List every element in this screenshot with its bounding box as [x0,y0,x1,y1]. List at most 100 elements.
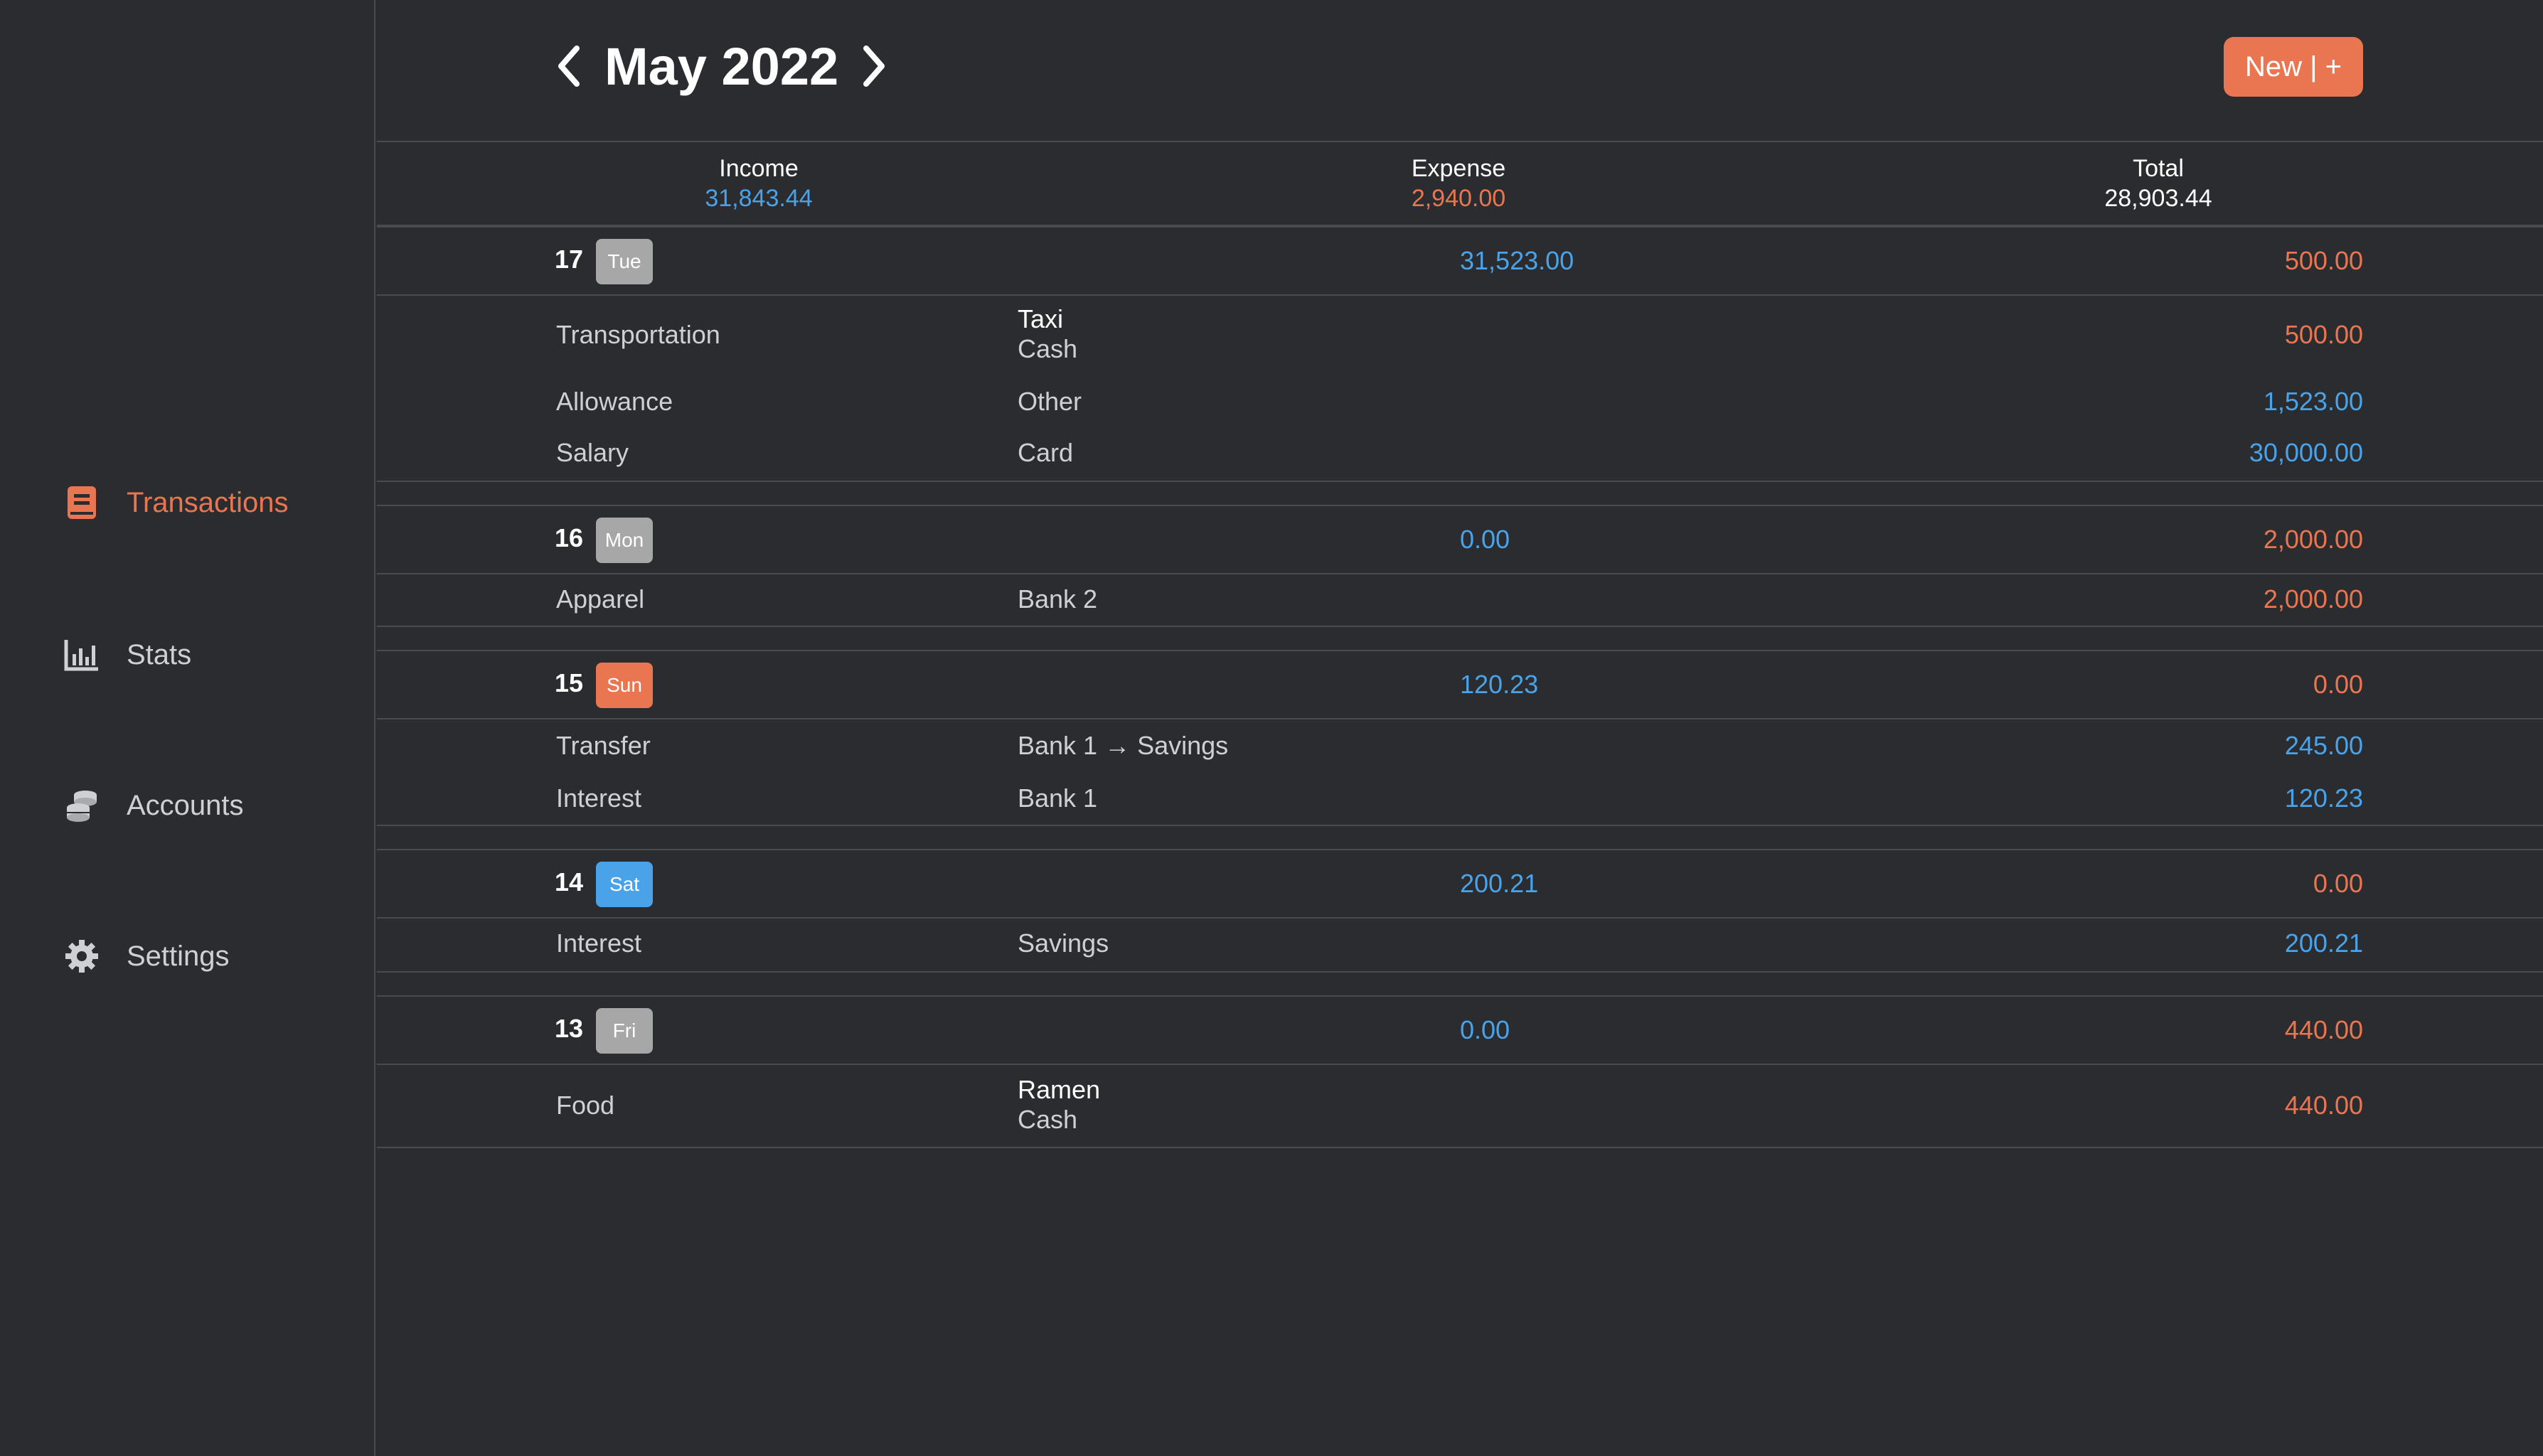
transaction-account: Cash [1018,334,1078,363]
chevron-right-icon[interactable] [853,38,895,95]
day-number: 13 [555,1014,584,1043]
transaction-note: Ramen [1018,1075,1101,1104]
day-expense: 0.00 [2313,869,2363,898]
transaction-account: Bank 1 → Savings [1018,731,1229,760]
day-expense: 500.00 [2284,246,2363,275]
transaction-amount: 2,000.00 [2263,584,2363,614]
day-expense: 440.00 [2284,1015,2363,1044]
weekday-badge: Fri [596,1008,653,1054]
transaction-account: Card [1018,438,1074,467]
new-transaction-button[interactable]: New | + [2224,37,2363,97]
transaction-category: Salary [556,438,629,467]
day-number: 15 [555,668,584,697]
transaction-amount: 200.21 [2284,928,2363,958]
total-value: 28,903.44 [2104,185,2212,212]
sidebar-item-accounts[interactable]: Accounts [64,788,244,823]
day-header[interactable]: 17 Tue 31,523.00 500.00 [377,226,2543,296]
transaction-list: Transportation Taxi Cash 500.00 Allowanc… [377,296,2543,482]
transaction-category: Allowance [556,387,673,416]
day-header[interactable]: 16 Mon 0.00 2,000.00 [377,505,2543,574]
transaction-amount: 440.00 [2284,1091,2363,1120]
header: May 2022 New | + [377,0,2543,142]
month-title: May 2022 [604,36,839,96]
day-group: 16 Mon 0.00 2,000.00 Apparel Bank 2 2,00… [377,505,2543,627]
list-item[interactable]: Allowance Other 1,523.00 [377,375,2543,427]
day-header[interactable]: 14 Sat 200.21 0.00 [377,849,2543,919]
transaction-category: Interest [556,928,642,958]
income-value: 31,843.44 [705,185,813,212]
list-item[interactable]: Transfer Bank 1 → Savings 245.00 [377,719,2543,772]
app-window: Transactions Stats Accounts Settings May… [0,0,2543,1456]
day-group: 15 Sun 120.23 0.00 Transfer Bank 1 → Sav… [377,650,2543,826]
expense-value: 2,940.00 [1411,185,1506,212]
month-summary: Income 31,843.44 Expense 2,940.00 Total … [377,144,2543,226]
expense-label: Expense [1411,155,1506,182]
day-group: 14 Sat 200.21 0.00 Interest Savings 200.… [377,849,2543,973]
transaction-amount: 1,523.00 [2263,387,2363,416]
day-income: 31,523.00 [1460,246,1574,275]
sidebar-item-label: Stats [127,638,192,670]
day-expense: 0.00 [2313,670,2363,699]
day-group: 13 Fri 0.00 440.00 Food Ramen Cash 440.0… [377,995,2543,1148]
book-icon [64,485,100,520]
expense-summary: Expense 2,940.00 [1316,154,1601,213]
day-group: 17 Tue 31,523.00 500.00 Transportation T… [377,226,2543,482]
transaction-amount: 120.23 [2284,783,2363,813]
transaction-category: Food [556,1091,615,1120]
transaction-amount: 500.00 [2284,320,2363,349]
list-item[interactable]: Apparel Bank 2 2,000.00 [377,574,2543,626]
day-number: 14 [555,867,584,896]
day-number: 16 [555,523,584,552]
gear-icon [64,938,100,974]
income-label: Income [719,155,799,182]
day-header[interactable]: 15 Sun 120.23 0.00 [377,650,2543,719]
total-label: Total [2133,155,2184,182]
transaction-amount: 30,000.00 [2249,438,2363,467]
list-item[interactable]: Interest Savings 200.21 [377,919,2543,971]
day-income: 0.00 [1460,525,1510,554]
transaction-account: Other [1018,387,1082,416]
sidebar-item-transactions[interactable]: Transactions [64,485,289,520]
coins-icon [64,788,100,823]
list-item[interactable]: Food Ramen Cash 440.00 [377,1065,2543,1146]
transaction-note: Taxi [1018,304,1064,333]
chevron-left-icon[interactable] [548,38,590,95]
transaction-account: Bank 1 [1018,783,1098,813]
sidebar-item-label: Transactions [127,486,289,518]
sidebar-item-label: Accounts [127,789,244,821]
transaction-category: Transfer [556,731,651,760]
sidebar-item-stats[interactable]: Stats [64,637,191,673]
transaction-account: Bank 2 [1018,584,1098,614]
day-income: 120.23 [1460,670,1539,699]
weekday-badge: Tue [596,239,653,284]
transaction-account: Cash [1018,1105,1078,1134]
transaction-category: Transportation [556,320,720,349]
sidebar-item-settings[interactable]: Settings [64,938,230,974]
list-item[interactable]: Salary Card 30,000.00 [377,427,2543,479]
weekday-badge: Sun [596,663,653,708]
total-summary: Total 28,903.44 [2016,154,2301,213]
sidebar-item-label: Settings [127,940,230,972]
bar-chart-icon [64,637,100,673]
day-header[interactable]: 13 Fri 0.00 440.00 [377,995,2543,1065]
month-navigator: May 2022 [548,33,895,100]
weekday-badge: Sat [596,862,653,907]
list-item[interactable]: Interest Bank 1 120.23 [377,772,2543,825]
day-number: 17 [555,245,584,274]
transaction-list: Food Ramen Cash 440.00 [377,1065,2543,1148]
weekday-badge: Mon [596,518,653,563]
main-content: May 2022 New | + Income 31,843.44 Expens… [377,0,2543,1456]
day-income: 0.00 [1460,1015,1510,1044]
list-item[interactable]: Transportation Taxi Cash 500.00 [377,296,2543,375]
transaction-amount: 245.00 [2284,731,2363,760]
transaction-category: Apparel [556,584,645,614]
transaction-list: Apparel Bank 2 2,000.00 [377,574,2543,627]
transaction-category: Interest [556,783,642,813]
sidebar: Transactions Stats Accounts Settings [0,0,375,1456]
day-expense: 2,000.00 [2263,525,2363,554]
transaction-account: Savings [1018,928,1109,958]
transaction-list: Transfer Bank 1 → Savings 245.00 Interes… [377,719,2543,826]
transaction-list: Interest Savings 200.21 [377,919,2543,973]
day-income: 200.21 [1460,869,1539,898]
income-summary: Income 31,843.44 [617,154,901,213]
